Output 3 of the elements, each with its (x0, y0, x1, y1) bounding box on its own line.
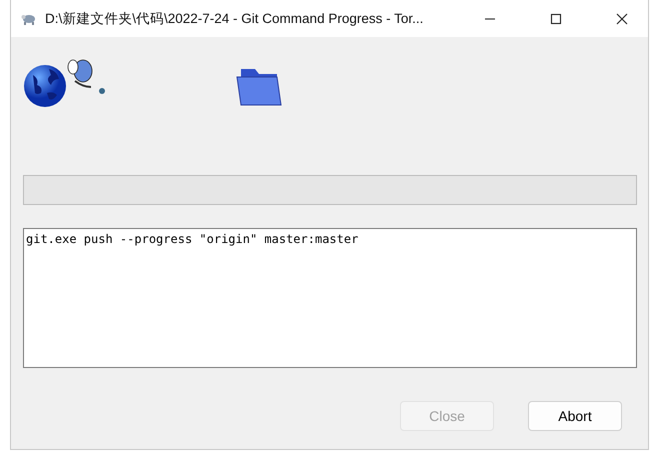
command-text: git.exe push --progress "origin" master:master (26, 232, 358, 246)
window-title: D:\新建文件夹\代码\2022-7-24 - Git Command Progress - Tor... (45, 10, 424, 28)
abort-button[interactable]: Abort (528, 401, 622, 431)
